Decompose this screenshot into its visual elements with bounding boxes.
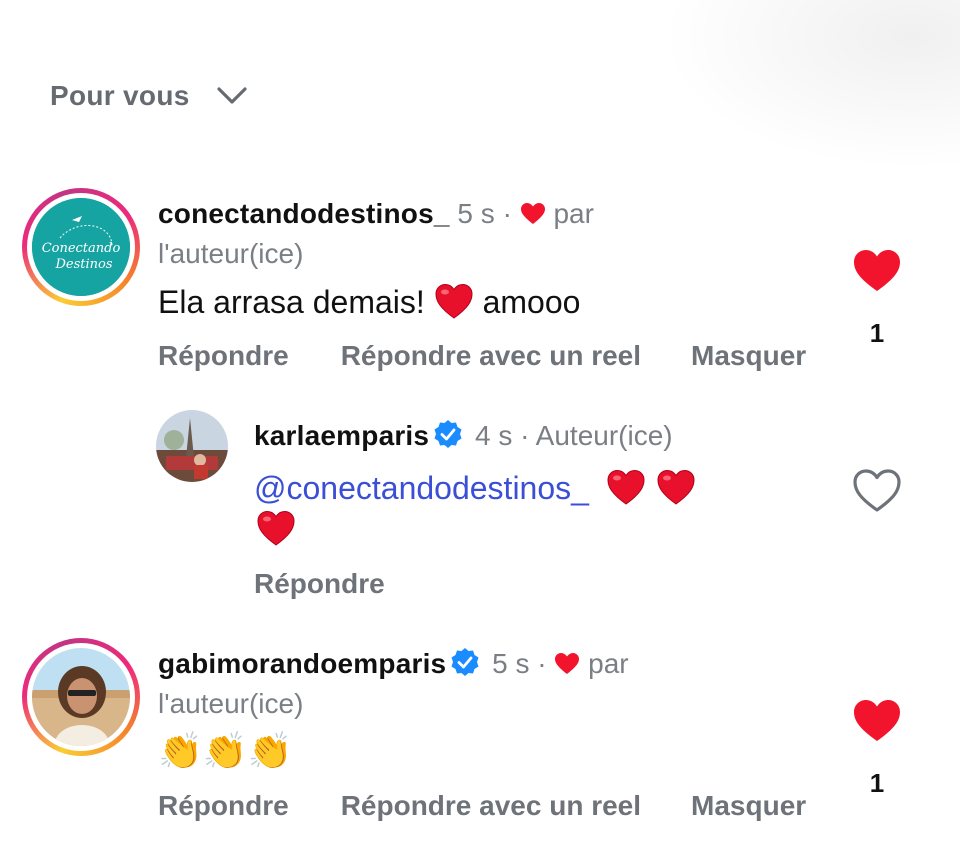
- reply-actions: Répondre: [254, 568, 385, 600]
- reply-button[interactable]: Répondre: [158, 790, 289, 822]
- like-count: 1: [869, 768, 885, 798]
- comment-actions: Répondre Répondre avec un reel Masquer: [158, 340, 806, 372]
- comment-actions: Répondre Répondre avec un reel Masquer: [158, 790, 806, 822]
- reply-button[interactable]: Répondre: [254, 568, 385, 600]
- username[interactable]: karlaemparis: [254, 420, 429, 451]
- red-heart-emoji: [435, 283, 473, 319]
- avatar-photo: [32, 648, 130, 746]
- username[interactable]: gabimorandoemparis: [158, 648, 446, 679]
- avatar: [32, 648, 130, 746]
- author-badge: Auteur(ice): [535, 420, 673, 451]
- svg-text:Destinos: Destinos: [54, 257, 112, 272]
- red-heart-emoji: [257, 510, 295, 546]
- timestamp: 4 s: [474, 420, 513, 451]
- author-liked-heart-icon: [555, 653, 580, 674]
- hide-button[interactable]: Masquer: [691, 340, 806, 372]
- reply-text: @conectandodestinos_: [254, 466, 814, 510]
- author-liked-heart-icon: [520, 203, 545, 224]
- avatar-story-ring[interactable]: [22, 638, 140, 756]
- verified-badge-icon: [434, 420, 462, 448]
- reply-with-reel-button[interactable]: Répondre avec un reel: [341, 790, 641, 822]
- username[interactable]: conectandodestinos_: [158, 198, 450, 229]
- hide-button[interactable]: Masquer: [691, 790, 806, 822]
- red-heart-emoji: [607, 469, 645, 505]
- comment-meta: conectandodestinos_ 5 s · par l'auteur(i…: [158, 198, 594, 269]
- sort-dropdown[interactable]: Pour vous: [50, 80, 248, 112]
- heart-filled-icon[interactable]: [852, 248, 902, 294]
- avatar: Conectando Destinos: [32, 198, 130, 296]
- sort-label: Pour vous: [50, 80, 190, 111]
- reply-with-reel-button[interactable]: Répondre avec un reel: [341, 340, 641, 372]
- avatar[interactable]: [156, 410, 228, 482]
- avatar-story-ring[interactable]: Conectando Destinos: [22, 188, 140, 306]
- reply-button[interactable]: Répondre: [158, 340, 289, 372]
- timestamp: 5 s: [492, 648, 530, 679]
- conectando-destinos-logo: Conectando Destinos: [32, 198, 130, 296]
- like-count: 1: [869, 318, 885, 348]
- red-heart-emoji: [657, 469, 695, 505]
- heart-outline-icon[interactable]: [852, 468, 902, 514]
- comment-text: Ela arrasa demais! amooo: [158, 283, 581, 320]
- chevron-down-icon: [217, 87, 247, 104]
- comment-meta: gabimorandoemparis 5 s · par l'auteur(ic…: [158, 648, 629, 719]
- comment-text: 👏👏👏: [158, 731, 293, 772]
- reply-meta: karlaemparis 4 s · Auteur(ice): [254, 420, 673, 451]
- avatar-photo: [156, 410, 228, 482]
- heart-filled-icon[interactable]: [852, 698, 902, 744]
- timestamp: 5 s: [457, 198, 495, 229]
- svg-text:Conectando: Conectando: [42, 241, 121, 256]
- mention-link[interactable]: @conectandodestinos_: [254, 470, 589, 506]
- top-right-shadow: [640, 0, 960, 180]
- verified-badge-icon: [451, 648, 479, 676]
